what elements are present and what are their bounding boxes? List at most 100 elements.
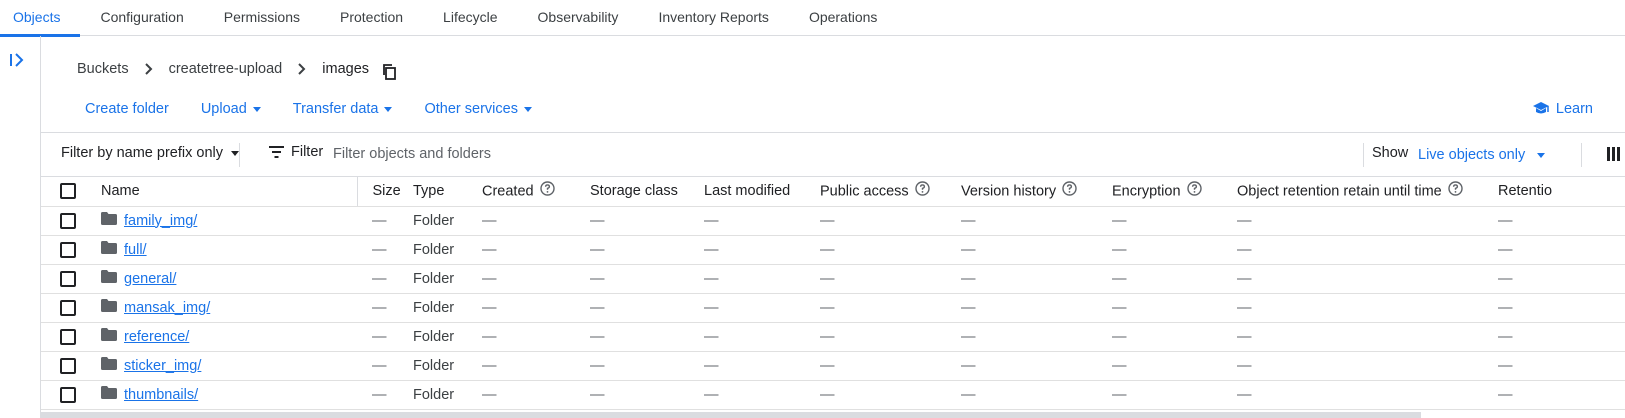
column-header-label: Created [482,183,534,200]
tab-inventory-reports[interactable]: Inventory Reports [638,0,789,36]
breadcrumb-bucket[interactable]: createtree-upload [169,61,283,77]
row-checkbox[interactable] [60,270,76,287]
row-checkbox[interactable] [60,357,76,374]
type-cell: Folder [413,264,482,294]
tab-permissions[interactable]: Permissions [204,0,320,36]
last-modified-cell: — [704,206,820,236]
column-display-icon[interactable] [1607,147,1621,164]
last-modified-cell: — [704,351,820,381]
folder-name-link[interactable]: family_img/ [124,213,197,229]
created-cell: — [482,264,590,294]
folder-name-link[interactable]: sticker_img/ [124,358,201,374]
column-header-version-history[interactable]: Version history [961,177,1112,207]
folder-icon [101,270,117,287]
retention-cell: — [1498,264,1625,294]
public-access-cell: — [820,322,961,352]
help-circle-icon[interactable] [1186,181,1202,200]
table-row[interactable]: family_img/ — Folder — — — — — — — — [41,206,1625,236]
learn-button[interactable]: Learn [1532,98,1593,120]
tab-configuration[interactable]: Configuration [80,0,203,36]
column-header-public-access[interactable]: Public access [820,177,961,207]
filter-mode-select[interactable]: Filter by name prefix only [61,145,239,161]
retain-until-cell: — [1237,264,1498,294]
help-circle-icon[interactable] [1062,181,1077,200]
folder-name-link[interactable]: mansak_img/ [124,300,210,316]
row-checkbox[interactable] [60,328,76,345]
upload-menu-button[interactable]: Upload [201,101,261,117]
table-row[interactable]: sticker_img/ — Folder — — — — — — — — [41,351,1625,381]
row-select-cell [41,293,101,323]
storage-class-cell: — [590,206,704,236]
size-cell: — [357,264,413,294]
column-header-encryption[interactable]: Encryption [1112,177,1237,207]
table-row[interactable]: mansak_img/ — Folder — — — — — — — — [41,293,1625,323]
caret-down-icon [384,106,393,112]
caret-down-icon [523,106,532,112]
column-header-size[interactable]: Size [357,177,413,207]
created-cell: — [482,351,590,381]
column-header-retention[interactable]: Retentio [1498,177,1625,207]
row-checkbox[interactable] [60,386,76,403]
column-header-label: Last modified [704,183,791,200]
column-header-retain-until[interactable]: Object retention retain until time [1237,177,1498,207]
left-rail [0,36,41,418]
tab-observability[interactable]: Observability [518,0,639,36]
show-label: Show [1372,145,1409,161]
table-row[interactable]: full/ — Folder — — — — — — — — [41,235,1625,265]
folder-icon [101,386,117,403]
column-header-name[interactable]: Name [101,177,358,207]
sidebar-expand-icon[interactable] [8,50,28,70]
breadcrumb-current: images [322,61,370,77]
other-services-menu-button[interactable]: Other services [424,101,532,117]
create-folder-button[interactable]: Create folder [85,101,169,117]
table-row[interactable]: reference/ — Folder — — — — — — — — [41,322,1625,352]
show-objects-select[interactable]: Live objects only [1418,147,1546,163]
folder-icon [101,212,117,229]
tab-lifecycle[interactable]: Lifecycle [423,0,517,36]
column-header-type[interactable]: Type [413,177,482,207]
public-access-cell: — [820,351,961,381]
folder-name-link[interactable]: thumbnails/ [124,387,198,403]
chevron-right-icon [137,63,161,75]
transfer-data-menu-button[interactable]: Transfer data [293,101,393,117]
help-circle-icon[interactable] [539,181,555,200]
table-row[interactable]: general/ — Folder — — — — — — — — [41,264,1625,294]
filter-button[interactable]: Filter [269,144,323,160]
tab-operations[interactable]: Operations [789,0,897,36]
horizontal-scrollbar[interactable] [41,412,1421,418]
retain-until-cell: — [1237,235,1498,265]
help-circle-icon[interactable] [1448,181,1463,200]
show-objects-value: Live objects only [1418,147,1526,163]
column-header-storage-class[interactable]: Storage class [590,177,704,207]
chevron-right-icon [290,63,314,75]
row-select-cell [41,264,101,294]
select-all-checkbox[interactable] [60,183,76,200]
folder-name-link[interactable]: general/ [124,271,176,287]
filter-bar: Filter by name prefix only Filter Show L… [41,132,1625,177]
divider [239,143,240,167]
storage-class-cell: — [590,264,704,294]
copy-icon[interactable] [381,63,399,81]
help-circle-icon[interactable] [914,181,930,200]
row-checkbox[interactable] [60,241,76,258]
storage-class-cell: — [590,322,704,352]
tab-objects[interactable]: Objects [0,0,81,37]
column-header-last-modified[interactable]: Last modified [704,177,820,207]
folder-name-link[interactable]: full/ [124,242,147,258]
version-history-cell: — [961,380,1112,410]
caret-down-icon [1537,152,1546,158]
graduation-cap-icon [1532,102,1549,114]
folder-name-link[interactable]: reference/ [124,329,189,345]
table-row[interactable]: thumbnails/ — Folder — — — — — — — — [41,380,1625,410]
row-checkbox[interactable] [60,212,76,229]
folder-icon [101,241,117,258]
tab-protection[interactable]: Protection [320,0,423,36]
version-history-cell: — [961,235,1112,265]
column-header-label: Version history [961,183,1057,200]
filter-input[interactable] [333,141,833,167]
column-header-label: Object retention retain until time [1237,183,1442,200]
row-checkbox[interactable] [60,299,76,316]
public-access-cell: — [820,206,961,236]
column-header-created[interactable]: Created [482,177,590,207]
breadcrumb-buckets[interactable]: Buckets [77,61,129,77]
